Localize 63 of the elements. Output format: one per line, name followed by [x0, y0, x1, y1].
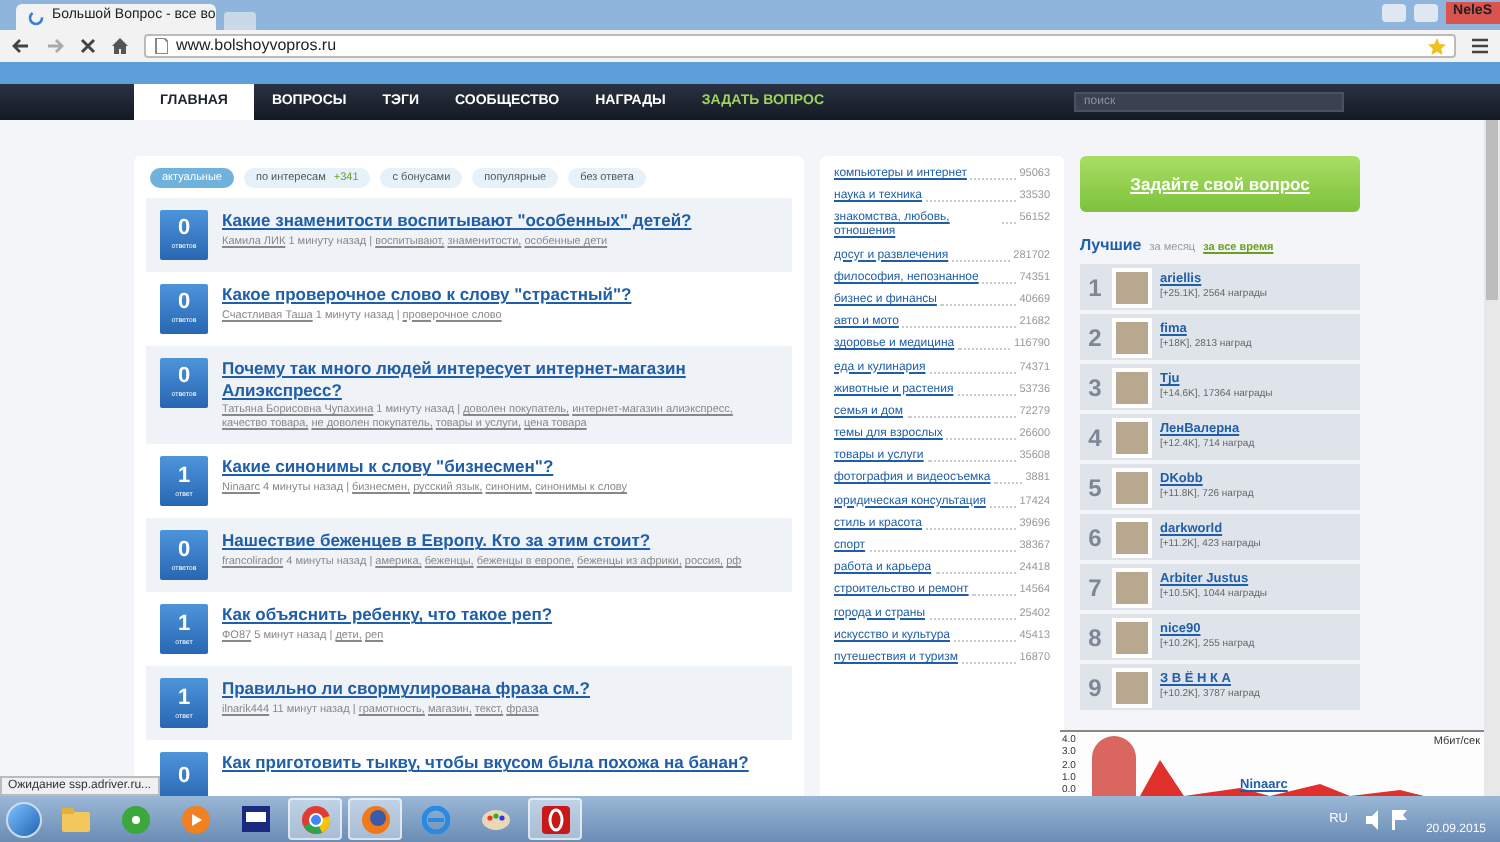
app-icon	[241, 806, 269, 832]
avatar-placeholder	[1112, 267, 1152, 307]
rank-number: 5	[1086, 471, 1104, 505]
taskbar-button[interactable]	[528, 798, 582, 840]
avatar-placeholder	[1112, 417, 1152, 457]
star-icon[interactable]	[1428, 37, 1446, 55]
scrollbar-thumb[interactable]	[1486, 120, 1498, 300]
answer-count: 1	[177, 465, 191, 487]
question-link[interactable]: Как приготовить тыкву, чтобы вкусом была похожа на банан?	[222, 752, 749, 774]
browser-icon	[541, 805, 569, 833]
palette-icon	[481, 805, 509, 833]
address-text: www.bolshoyvopros.ru	[176, 34, 337, 58]
flag-icon[interactable]	[1391, 809, 1408, 829]
browser-icon	[301, 805, 329, 833]
answer-count: 1	[177, 687, 191, 709]
answer-count: 1	[177, 613, 191, 635]
address-bar[interactable]: www.bolshoyvopros.ru	[144, 34, 1456, 58]
photo-placeholder	[1092, 736, 1136, 796]
leaders-title: Лучшие	[1080, 234, 1142, 258]
play-icon	[181, 805, 209, 833]
rank-number: 1	[1086, 271, 1104, 305]
answer-count: 0	[177, 539, 191, 561]
question-link[interactable]: Почему так много людей интересует интернет-магазин Алиэкспресс?	[222, 358, 778, 401]
rank-number: 9	[1086, 671, 1104, 705]
avatar-placeholder	[1112, 367, 1152, 407]
avatar-placeholder	[1112, 667, 1152, 707]
start-button[interactable]	[6, 801, 42, 837]
signal-icon	[121, 805, 149, 833]
question-link[interactable]: Какие знаменитости воспитывают "особенных" детей?	[222, 210, 692, 232]
home-icon[interactable]	[112, 38, 128, 54]
avatar-placeholder	[1112, 517, 1152, 557]
browser-icon	[421, 805, 449, 833]
folder-icon	[61, 807, 89, 831]
minimize-button[interactable]	[1381, 4, 1406, 22]
rank-number: 2	[1086, 321, 1104, 355]
speaker-icon[interactable]	[1365, 809, 1380, 829]
question-link[interactable]: Нашествие беженцев в Европу. Кто за этим стоит?	[222, 530, 742, 552]
answer-count: 0	[177, 766, 191, 789]
stop-icon[interactable]	[80, 38, 96, 54]
taskbar-button[interactable]	[348, 798, 402, 840]
rank-number: 6	[1086, 521, 1104, 555]
answer-count: 0	[177, 218, 191, 241]
forward-icon[interactable]	[46, 38, 64, 54]
avatar-placeholder	[1112, 467, 1152, 507]
menu-icon[interactable]	[1472, 38, 1488, 54]
answer-count: 0	[177, 292, 191, 315]
rank-number: 3	[1086, 371, 1104, 405]
rank-number: 7	[1086, 571, 1104, 605]
maximize-button[interactable]	[1413, 4, 1438, 22]
rank-number: 8	[1086, 621, 1104, 655]
question-link[interactable]: Правильно ли свормулирована фраза см.?	[222, 678, 590, 700]
rank-number: 4	[1086, 421, 1104, 455]
avatar-placeholder	[1112, 317, 1152, 357]
question-link[interactable]: Какие синонимы к слову "бизнесмен"?	[222, 456, 627, 478]
answer-count: 0	[177, 366, 191, 389]
back-icon[interactable]	[12, 38, 30, 54]
avatar-placeholder	[1112, 567, 1152, 607]
question-link[interactable]: Как объяснить ребенку, что такое реп?	[222, 604, 553, 626]
browser-icon	[361, 805, 389, 833]
question-link[interactable]: Какое проверочное слово к слову "страстный"?	[222, 284, 632, 306]
page-icon	[154, 38, 168, 54]
avatar-placeholder	[1112, 617, 1152, 657]
scrollbar[interactable]	[1484, 120, 1500, 796]
